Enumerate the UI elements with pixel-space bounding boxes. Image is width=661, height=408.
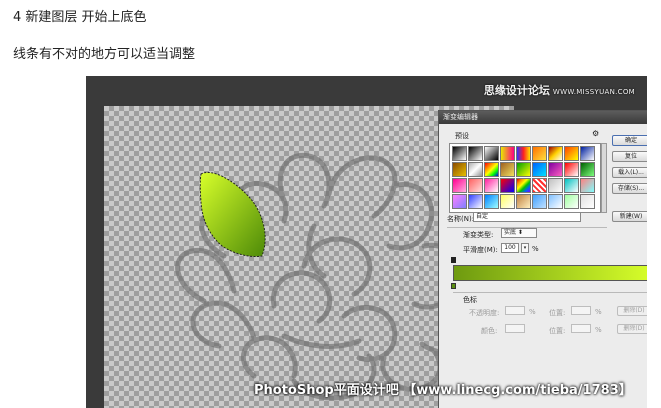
color-swatch[interactable] xyxy=(505,324,525,333)
gradient-preset-swatch[interactable] xyxy=(516,162,531,177)
stops-label: 色标 xyxy=(463,296,477,304)
smoothness-label: 平滑度(M): xyxy=(463,246,498,254)
gradient-preset-swatch[interactable] xyxy=(452,178,467,193)
gradient-preset-swatch[interactable] xyxy=(564,178,579,193)
gradient-preset-swatch[interactable] xyxy=(500,146,515,161)
gradient-preset-swatch[interactable] xyxy=(516,178,531,193)
opacity-location-field[interactable] xyxy=(571,306,591,315)
chevron-down-icon[interactable]: ▾ xyxy=(521,243,529,253)
gradient-preset-swatch[interactable] xyxy=(548,178,563,193)
gradient-preset-swatch[interactable] xyxy=(452,162,467,177)
watermark-top-sub: WWW.MISSYUAN.COM xyxy=(552,88,635,96)
gradient-preset-swatch[interactable] xyxy=(468,162,483,177)
gradient-preset-swatch[interactable] xyxy=(548,162,563,177)
gradient-preset-swatch[interactable] xyxy=(532,194,547,209)
gradient-preset-swatch[interactable] xyxy=(580,194,595,209)
gradient-type-select[interactable]: 实底 ⬍ xyxy=(501,228,537,238)
gradient-preview-bar[interactable] xyxy=(453,265,647,281)
presets-label: 预设 xyxy=(455,132,469,140)
color-location-field[interactable] xyxy=(571,324,591,333)
gradient-preset-swatch[interactable] xyxy=(580,178,595,193)
smoothness-unit: % xyxy=(532,245,539,253)
gradient-preset-swatch[interactable] xyxy=(548,146,563,161)
color-stop[interactable] xyxy=(451,283,456,289)
smoothness-field[interactable]: 100 xyxy=(501,243,519,253)
gradient-preset-swatch[interactable] xyxy=(564,194,579,209)
gradient-preset-swatch[interactable] xyxy=(516,194,531,209)
color-label: 颜色: xyxy=(481,327,498,335)
gradient-preset-swatch[interactable] xyxy=(468,194,483,209)
gradient-preset-swatch[interactable] xyxy=(532,178,547,193)
gradient-preset-swatch[interactable] xyxy=(580,146,595,161)
gradient-preset-swatch[interactable] xyxy=(500,162,515,177)
watermark-top-main: 思缘设计论坛 xyxy=(483,84,550,97)
gradient-preset-swatch[interactable] xyxy=(484,178,499,193)
ok-button[interactable]: 确定 xyxy=(612,135,647,146)
dialog-title: 渐变编辑器 xyxy=(439,111,647,124)
gradient-preset-swatch[interactable] xyxy=(484,162,499,177)
opacity-location-percent: % xyxy=(595,308,602,316)
opacity-percent: % xyxy=(529,308,536,316)
opacity-location-label: 位置: xyxy=(549,309,566,317)
gradient-preset-swatch[interactable] xyxy=(580,162,595,177)
new-button[interactable]: 新建(W) xyxy=(612,211,647,222)
presets-grid xyxy=(449,143,601,213)
name-field[interactable]: 自定 xyxy=(473,212,581,222)
name-label: 名称(N): xyxy=(447,215,475,223)
gradient-editor-dialog: 渐变编辑器 预设 ⚙ 确定 复位 载入(L)... 存储(S)... 新建(W)… xyxy=(438,110,647,408)
delete-color-stop-button[interactable]: 删除(D) xyxy=(617,324,647,334)
photoshop-screenshot: 思缘设计论坛 WWW.MISSYUAN.COM 渐变编辑器 预设 ⚙ 确定 复位… xyxy=(86,76,647,408)
reset-button[interactable]: 复位 xyxy=(612,151,647,162)
watermark-top: 思缘设计论坛 WWW.MISSYUAN.COM xyxy=(484,82,635,98)
gradient-preset-swatch[interactable] xyxy=(564,146,579,161)
presets-scrollbar[interactable] xyxy=(601,143,607,213)
color-location-label: 位置: xyxy=(549,327,566,335)
gear-icon[interactable]: ⚙ xyxy=(592,129,599,138)
save-button[interactable]: 存储(S)... xyxy=(612,183,647,194)
gradient-preset-swatch[interactable] xyxy=(452,194,467,209)
opacity-stop[interactable] xyxy=(451,257,456,263)
delete-opacity-stop-button[interactable]: 删除(D) xyxy=(617,306,647,316)
load-button[interactable]: 载入(L)... xyxy=(612,167,647,178)
gradient-preset-swatch[interactable] xyxy=(500,194,515,209)
color-location-percent: % xyxy=(595,326,602,334)
gradient-preset-swatch[interactable] xyxy=(516,146,531,161)
gradient-preset-swatch[interactable] xyxy=(452,146,467,161)
gradient-preset-swatch[interactable] xyxy=(548,194,563,209)
stops-divider xyxy=(453,292,647,293)
opacity-field[interactable] xyxy=(505,306,525,315)
gradient-preset-swatch[interactable] xyxy=(532,162,547,177)
gradient-type-label: 渐变类型: xyxy=(463,231,494,239)
gradient-preset-swatch[interactable] xyxy=(484,146,499,161)
step-description: 线条有不对的地方可以适当调整 xyxy=(13,47,196,62)
step-title: 4 新建图层 开始上底色 xyxy=(13,10,147,25)
gradient-preset-swatch[interactable] xyxy=(468,146,483,161)
gradient-preset-swatch[interactable] xyxy=(468,178,483,193)
watermark-bottom: PhotoShop平面设计吧 【www.linecg.com/tieba/178… xyxy=(254,383,632,398)
gradient-preset-swatch[interactable] xyxy=(532,146,547,161)
gradient-preset-swatch[interactable] xyxy=(484,194,499,209)
opacity-label: 不透明度: xyxy=(469,309,500,317)
gradient-preset-swatch[interactable] xyxy=(500,178,515,193)
gradient-preset-swatch[interactable] xyxy=(564,162,579,177)
